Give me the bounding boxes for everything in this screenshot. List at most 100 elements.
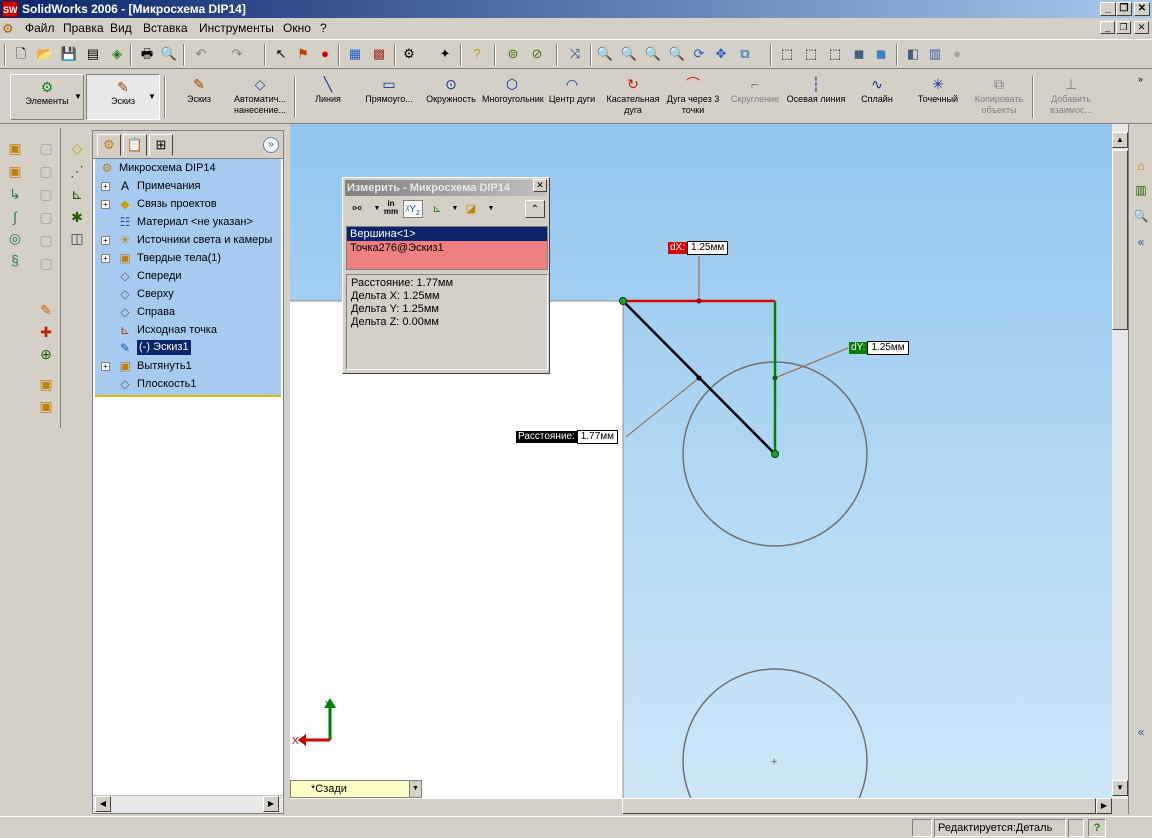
tree-item[interactable]: ☷ Материал <не указан> bbox=[95, 213, 281, 231]
open-icon[interactable]: 📂 bbox=[36, 45, 54, 63]
cmd-line[interactable]: ╲ Линия bbox=[302, 74, 354, 120]
standard-views-icon[interactable]: ⧉ bbox=[736, 45, 754, 63]
revolve-boss-icon[interactable]: ▣ bbox=[5, 161, 25, 181]
pan-icon[interactable]: ✥ bbox=[712, 45, 730, 63]
section-view-icon[interactable]: ▥ bbox=[926, 45, 944, 63]
selection-item-point[interactable]: Точка276@Эскиз1 bbox=[347, 241, 547, 269]
menu-view[interactable]: Вид bbox=[110, 21, 132, 35]
features-dropdown-icon[interactable]: ▼ bbox=[74, 92, 82, 101]
measure-close-button[interactable]: ✕ bbox=[533, 179, 547, 192]
tree-item[interactable]: ◇ Сверху bbox=[95, 285, 281, 303]
tree-item[interactable]: ◇ Плоскость1 bbox=[95, 375, 281, 393]
search-icon[interactable]: 🔍 bbox=[1131, 206, 1151, 226]
realview-icon[interactable]: ● bbox=[948, 45, 966, 63]
menu-edit[interactable]: Правка bbox=[63, 21, 104, 35]
expand-taskpane-bottom-icon[interactable]: « bbox=[1131, 722, 1151, 742]
undo-icon[interactable]: ↶ bbox=[192, 45, 210, 63]
move-entities-icon[interactable]: ⊕ bbox=[36, 344, 56, 364]
collapse-panel-icon[interactable]: » bbox=[263, 137, 279, 153]
convert-entities-icon[interactable]: ▣ bbox=[36, 374, 56, 394]
cube-icon-1[interactable]: ▢ bbox=[36, 138, 56, 158]
close-button[interactable]: ✕ bbox=[1134, 2, 1150, 16]
tree-item[interactable]: + ◆ Связь проектов bbox=[95, 195, 281, 213]
cmd-sketch[interactable]: ✎ Эскиз bbox=[170, 74, 228, 120]
scroll-down-icon[interactable]: ▼ bbox=[1112, 780, 1128, 796]
add-point-icon[interactable]: ✚ bbox=[36, 322, 56, 342]
loft-icon[interactable]: ∫ bbox=[5, 207, 25, 227]
save-icon[interactable]: 💾 bbox=[60, 45, 78, 63]
cmd-three-point-arc[interactable]: ⌒ Дуга через 3 точки bbox=[664, 74, 722, 120]
rollback-bar[interactable] bbox=[95, 395, 281, 397]
new-icon[interactable]: 🗋 bbox=[12, 45, 30, 63]
mdi-minimize-button[interactable]: _ bbox=[1100, 21, 1115, 34]
projection-dropdown-icon[interactable]: ▼ bbox=[481, 200, 501, 218]
library-icon[interactable]: ▥ bbox=[1131, 180, 1151, 200]
measure-selection-list[interactable]: Вершина<1> Точка276@Эскиз1 bbox=[346, 226, 548, 270]
tree-item[interactable]: + ▣ Твердые тела(1) bbox=[95, 249, 281, 267]
xyz-icon[interactable]: ᵡYz bbox=[403, 200, 423, 218]
sweep-icon[interactable]: ↳ bbox=[5, 184, 25, 204]
print-preview-icon[interactable]: 🔍 bbox=[160, 45, 178, 63]
grid-icon[interactable]: ▦ bbox=[346, 45, 364, 63]
cube-icon-2[interactable]: ▢ bbox=[36, 161, 56, 181]
cmd-polygon[interactable]: ⬡ Многоугольник bbox=[482, 74, 544, 120]
tree-item[interactable]: ⚙ Микросхема DIP14 bbox=[95, 159, 281, 177]
offset-entities-icon[interactable]: ▣ bbox=[36, 396, 56, 416]
scroll-left-icon[interactable]: ◀ bbox=[95, 796, 111, 812]
tree-item[interactable]: + ☀ Источники света и камеры bbox=[95, 231, 281, 249]
cube-icon-4[interactable]: ▢ bbox=[36, 207, 56, 227]
view-name-combo[interactable]: *Сзади ▼ bbox=[290, 780, 422, 798]
coordinate-system-icon[interactable]: ⊾ bbox=[67, 184, 87, 204]
toolbar-more-icon[interactable]: » bbox=[1138, 74, 1143, 84]
horizontal-scrollbar[interactable]: ▶ bbox=[622, 798, 1112, 814]
feature-tree-tab[interactable]: ⚙ bbox=[97, 134, 121, 156]
status-help-icon[interactable]: ? bbox=[1088, 819, 1106, 837]
shaded-edges-icon[interactable]: ◼ bbox=[850, 45, 868, 63]
cmd-tangent-arc[interactable]: ↻ Касательная дуга bbox=[602, 74, 664, 120]
tree-item[interactable]: + A Примечания bbox=[95, 177, 281, 195]
cmd-add-relation[interactable]: ⊥ Добавить взаимос... bbox=[1040, 74, 1102, 120]
hidden-lines-visible-icon[interactable]: ⬚ bbox=[802, 45, 820, 63]
vertical-scroll-thumb[interactable] bbox=[1112, 150, 1128, 330]
plane-ref-icon[interactable]: ◇ bbox=[67, 138, 87, 158]
restore-button[interactable]: ❐ bbox=[1116, 2, 1132, 16]
cmd-rectangle[interactable]: ▭ Прямоуго... bbox=[360, 74, 418, 120]
vertical-scrollbar[interactable]: ▲ ▼ bbox=[1112, 124, 1128, 799]
mdi-restore-button[interactable]: ❐ bbox=[1116, 21, 1131, 34]
zoom-area-icon[interactable]: 🔍 bbox=[620, 45, 638, 63]
sketch-point-276[interactable] bbox=[771, 450, 779, 458]
units-icon[interactable]: in mm bbox=[381, 200, 401, 218]
collapse-results-icon[interactable]: ⌃ bbox=[525, 200, 545, 218]
axis-toolbar-icon[interactable]: ⊘ bbox=[528, 45, 546, 63]
cmd-point[interactable]: ✳ Точечный bbox=[910, 74, 966, 120]
help-icon[interactable]: ? bbox=[468, 45, 486, 63]
axis-ref-icon[interactable]: ⋰ bbox=[67, 161, 87, 181]
cmd-centerline[interactable]: ┆ Осевая линия bbox=[786, 74, 846, 120]
mdi-close-button[interactable]: ✕ bbox=[1134, 21, 1149, 34]
document-icon[interactable]: ⚙ bbox=[2, 21, 14, 37]
cube-icon-3[interactable]: ▢ bbox=[36, 184, 56, 204]
shaded-icon[interactable]: ◼ bbox=[872, 45, 890, 63]
helix-icon[interactable]: § bbox=[5, 250, 25, 270]
view-dropdown-icon[interactable]: ▼ bbox=[409, 781, 421, 797]
configuration-manager-tab[interactable]: ⊞ bbox=[149, 134, 173, 156]
tree-item[interactable]: + ▣ Вытянуть1 bbox=[95, 357, 281, 375]
shell-icon[interactable]: ◎ bbox=[5, 228, 25, 248]
solidworks-logo-icon[interactable]: SW bbox=[2, 1, 18, 17]
cmd-smart-dimension[interactable]: ◇ Автоматич... нанесение... bbox=[230, 74, 290, 120]
cmd-spline[interactable]: ∿ Сплайн bbox=[850, 74, 904, 120]
relations-icon[interactable]: ✦ bbox=[436, 45, 454, 63]
projection-icon[interactable]: ◪ bbox=[461, 200, 481, 218]
menu-help[interactable]: ? bbox=[320, 21, 327, 35]
sketch-dropdown-icon[interactable]: ▼ bbox=[148, 92, 156, 101]
expand-toggle-icon[interactable]: + bbox=[101, 200, 110, 209]
vertex-point[interactable] bbox=[619, 297, 627, 305]
home-icon[interactable]: ⌂ bbox=[1131, 156, 1151, 176]
minimize-button[interactable]: _ bbox=[1100, 2, 1116, 16]
mate-ref-icon[interactable]: ◫ bbox=[67, 228, 87, 248]
scroll-right-icon[interactable]: ▶ bbox=[263, 796, 279, 812]
expand-toggle-icon[interactable]: + bbox=[101, 236, 110, 245]
sketch-circle-2[interactable] bbox=[682, 668, 868, 799]
expand-taskpane-icon[interactable]: « bbox=[1131, 232, 1151, 252]
zoom-selection-icon[interactable]: 🔍 bbox=[668, 45, 686, 63]
